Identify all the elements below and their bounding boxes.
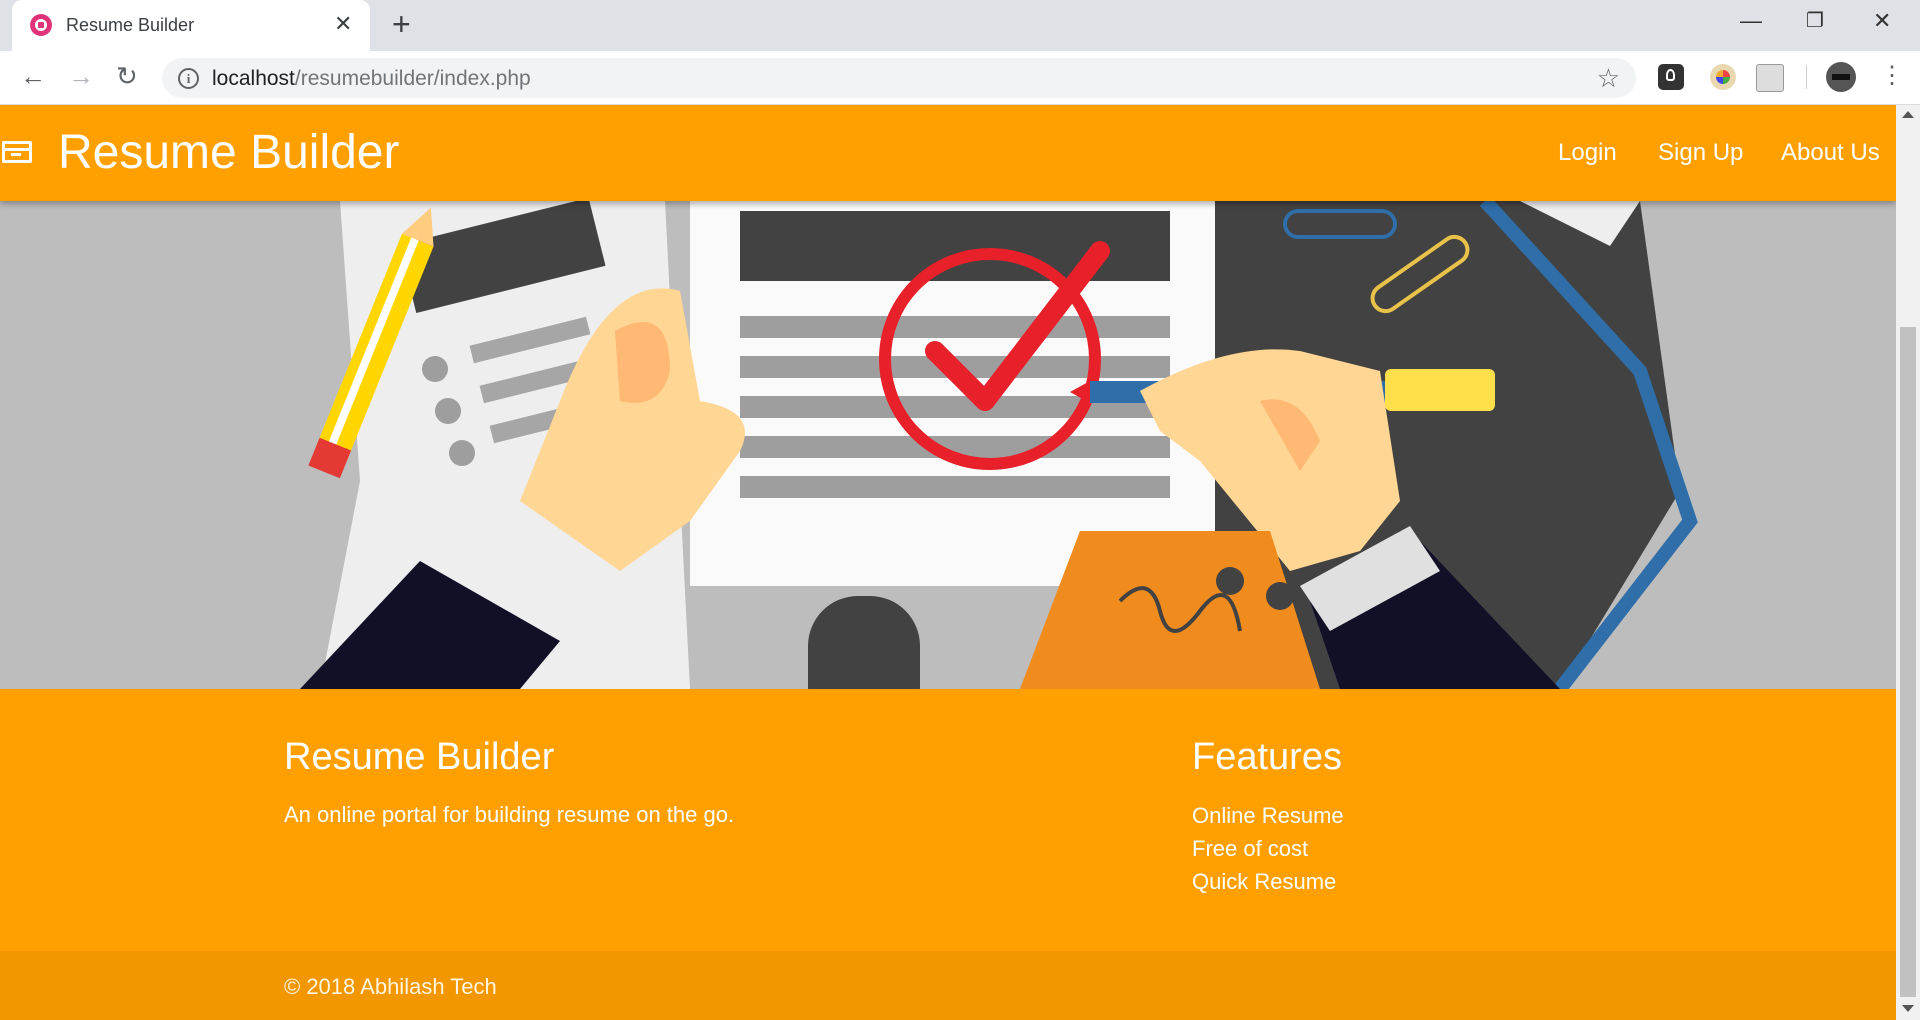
browser-tabstrip: Resume Builder ✕ + — ❐ ✕ (0, 0, 1920, 51)
page-viewport: Resume Builder Login Sign Up About Us Re… (0, 105, 1896, 1020)
tab-title: Resume Builder (66, 15, 195, 35)
info-icon[interactable]: i (178, 68, 199, 89)
footer-features-list: Online Resume Free of cost Quick Resume (1192, 799, 1344, 898)
back-icon[interactable]: ← (20, 63, 46, 89)
scroll-down-arrow-icon[interactable] (1902, 1005, 1914, 1012)
extension-palette-icon[interactable] (1710, 64, 1736, 90)
forward-icon[interactable]: → (68, 63, 94, 89)
window-close-icon[interactable]: ✕ (1873, 8, 1891, 34)
browser-menu-icon[interactable]: ⋮ (1880, 61, 1904, 91)
browser-toolbar: ← → ↻ i localhost/resumebuilder/index.ph… (0, 51, 1920, 105)
nav-about-link[interactable]: About Us (1781, 139, 1880, 167)
feature-free-of-cost-link[interactable]: Free of cost (1192, 832, 1344, 865)
toolbar-separator (1806, 65, 1807, 89)
footer-copyright-bar: © 2018 Abhilash Tech (0, 951, 1896, 1020)
bookmark-star-icon[interactable]: ☆ (1597, 63, 1620, 94)
feature-online-resume-link[interactable]: Online Resume (1192, 799, 1344, 832)
resume-checklist-illustration (0, 201, 1896, 689)
footer-features-title: Features (1192, 736, 1342, 778)
browser-tab[interactable]: Resume Builder ✕ (12, 0, 370, 51)
page-scrollbar[interactable] (1896, 105, 1920, 1020)
feature-quick-resume-link[interactable]: Quick Resume (1192, 865, 1344, 898)
scrollbar-thumb[interactable] (1900, 327, 1916, 997)
profile-avatar[interactable] (1826, 62, 1856, 92)
web-asset-icon (2, 141, 32, 163)
extension-bulb-icon[interactable] (1658, 64, 1684, 90)
wamp-favicon-icon (30, 14, 52, 36)
tab-close-icon[interactable]: ✕ (334, 11, 352, 37)
scroll-up-arrow-icon[interactable] (1902, 111, 1914, 118)
extension-cube-icon[interactable] (1756, 64, 1784, 92)
reload-icon[interactable]: ↻ (116, 63, 138, 89)
url-text[interactable]: localhost/resumebuilder/index.php (212, 67, 531, 91)
minimize-icon[interactable]: — (1740, 8, 1762, 34)
new-tab-icon[interactable]: + (392, 8, 411, 40)
address-bar[interactable]: i localhost/resumebuilder/index.php ☆ (162, 58, 1636, 98)
nav-signup-link[interactable]: Sign Up (1658, 139, 1743, 167)
restore-icon[interactable]: ❐ (1806, 8, 1824, 34)
copyright-text: © 2018 Abhilash Tech (284, 974, 497, 999)
site-footer: Resume Builder An online portal for buil… (0, 689, 1896, 951)
footer-about-text: An online portal for building resume on … (284, 802, 735, 827)
site-navbar: Resume Builder Login Sign Up About Us (0, 105, 1896, 201)
nav-login-link[interactable]: Login (1558, 139, 1617, 167)
footer-about-title: Resume Builder (284, 736, 555, 778)
hero-banner (0, 201, 1896, 689)
brand-title[interactable]: Resume Builder (58, 125, 399, 181)
